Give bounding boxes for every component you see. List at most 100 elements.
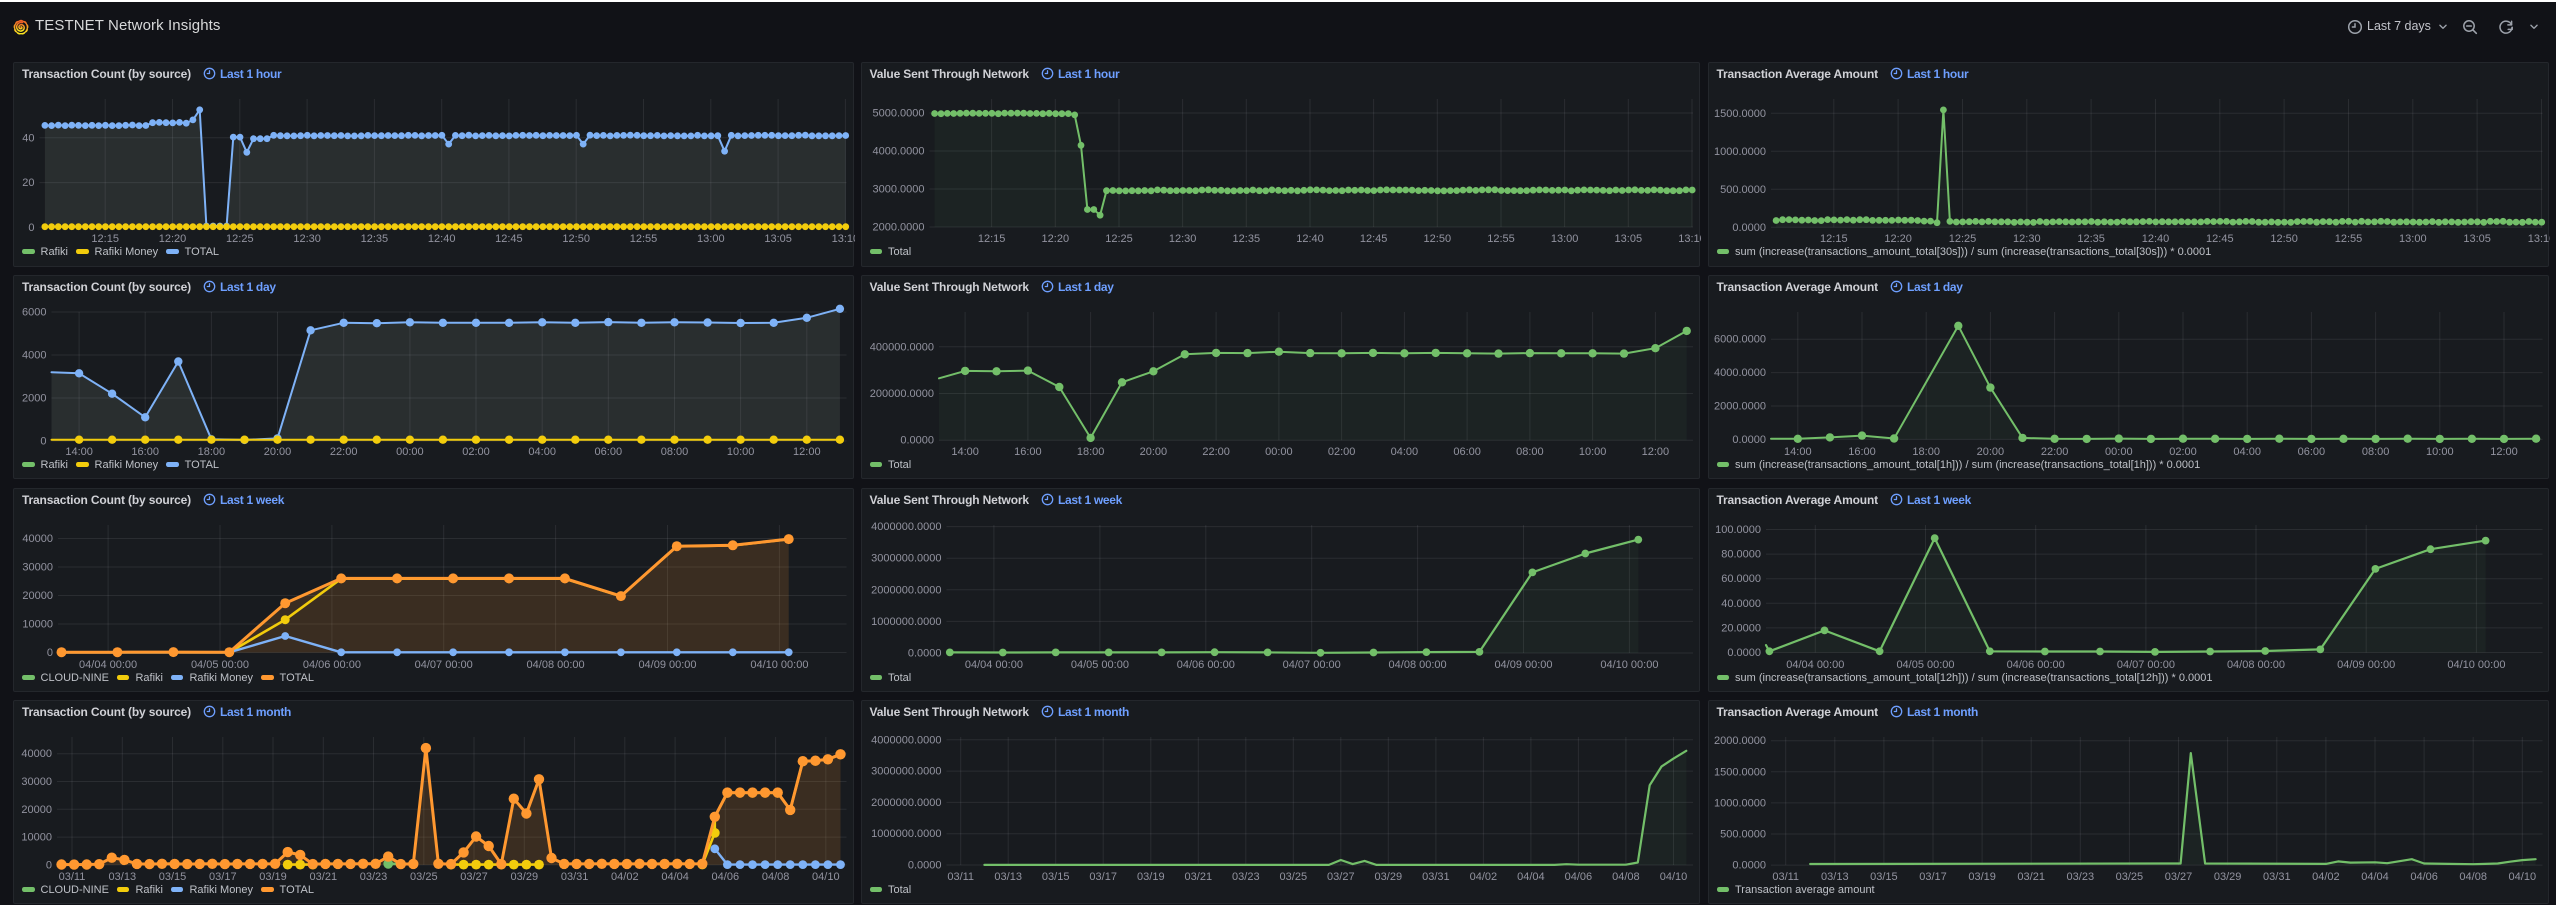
- svg-text:30000: 30000: [22, 561, 53, 573]
- svg-text:04/10: 04/10: [812, 871, 840, 883]
- svg-text:06:00: 06:00: [595, 446, 623, 458]
- svg-text:4000: 4000: [22, 349, 46, 361]
- svg-text:13:10: 13:10: [832, 233, 855, 245]
- svg-text:22:00: 22:00: [2040, 446, 2068, 458]
- svg-text:04/06: 04/06: [2410, 871, 2438, 883]
- svg-text:04/08: 04/08: [2459, 871, 2487, 883]
- svg-text:04/04: 04/04: [2361, 871, 2389, 883]
- svg-text:03/31: 03/31: [2263, 871, 2291, 883]
- svg-text:04/06 00:00: 04/06 00:00: [303, 659, 361, 671]
- svg-text:04/09 00:00: 04/09 00:00: [638, 659, 696, 671]
- svg-text:12:30: 12:30: [1168, 233, 1196, 245]
- svg-text:4000000.0000: 4000000.0000: [871, 521, 941, 533]
- svg-text:12:25: 12:25: [1105, 233, 1133, 245]
- svg-text:04/10 00:00: 04/10 00:00: [1600, 659, 1658, 671]
- svg-text:04:00: 04:00: [2233, 446, 2261, 458]
- svg-text:3000.0000: 3000.0000: [872, 183, 924, 195]
- svg-text:04/04 00:00: 04/04 00:00: [964, 659, 1022, 671]
- svg-text:03/21: 03/21: [2017, 871, 2045, 883]
- svg-text:500.0000: 500.0000: [1720, 828, 1766, 840]
- svg-text:13:00: 13:00: [1550, 233, 1578, 245]
- svg-text:04/06: 04/06: [1564, 871, 1592, 883]
- svg-text:13:05: 13:05: [1614, 233, 1642, 245]
- svg-text:03/17: 03/17: [1089, 871, 1117, 883]
- svg-text:08:00: 08:00: [2361, 446, 2389, 458]
- svg-text:00:00: 00:00: [396, 446, 424, 458]
- svg-text:04/06: 04/06: [712, 871, 740, 883]
- svg-text:03/25: 03/25: [410, 871, 438, 883]
- svg-text:04/04: 04/04: [1517, 871, 1545, 883]
- svg-text:12:40: 12:40: [2141, 233, 2169, 245]
- svg-text:12:45: 12:45: [495, 233, 523, 245]
- svg-text:13:10: 13:10: [2527, 233, 2550, 245]
- svg-text:60.0000: 60.0000: [1721, 573, 1761, 585]
- svg-text:12:15: 12:15: [1820, 233, 1848, 245]
- svg-text:4000000.0000: 4000000.0000: [871, 734, 941, 746]
- svg-text:10:00: 10:00: [2426, 446, 2454, 458]
- svg-text:80.0000: 80.0000: [1721, 548, 1761, 560]
- svg-text:22:00: 22:00: [330, 446, 358, 458]
- svg-text:20.0000: 20.0000: [1721, 622, 1761, 634]
- svg-text:22:00: 22:00: [1202, 446, 1230, 458]
- svg-text:03/19: 03/19: [1968, 871, 1996, 883]
- svg-text:03/15: 03/15: [159, 871, 187, 883]
- svg-text:2000.0000: 2000.0000: [1714, 735, 1766, 747]
- svg-text:0: 0: [46, 859, 52, 871]
- svg-text:2000000.0000: 2000000.0000: [871, 584, 941, 596]
- svg-text:400000.0000: 400000.0000: [869, 341, 933, 353]
- svg-text:0: 0: [28, 221, 34, 233]
- svg-text:03/17: 03/17: [1919, 871, 1947, 883]
- svg-text:04/07 00:00: 04/07 00:00: [1282, 659, 1340, 671]
- svg-text:12:00: 12:00: [2490, 446, 2518, 458]
- svg-text:03/11: 03/11: [947, 871, 974, 883]
- svg-text:08:00: 08:00: [661, 446, 689, 458]
- svg-text:14:00: 14:00: [1784, 446, 1812, 458]
- svg-text:1000000.0000: 1000000.0000: [871, 615, 941, 627]
- svg-text:02:00: 02:00: [2169, 446, 2197, 458]
- svg-text:2000.0000: 2000.0000: [1714, 400, 1766, 412]
- svg-text:3000000.0000: 3000000.0000: [871, 765, 941, 777]
- svg-text:03/31: 03/31: [1422, 871, 1450, 883]
- svg-text:40000: 40000: [22, 533, 53, 545]
- svg-text:03/23: 03/23: [1232, 871, 1260, 883]
- svg-text:2000000.0000: 2000000.0000: [871, 796, 941, 808]
- svg-text:08:00: 08:00: [1516, 446, 1544, 458]
- svg-text:04/09 00:00: 04/09 00:00: [1494, 659, 1552, 671]
- svg-text:02:00: 02:00: [462, 446, 490, 458]
- svg-text:03/29: 03/29: [511, 871, 539, 883]
- svg-text:4000.0000: 4000.0000: [1714, 367, 1766, 379]
- svg-text:0.0000: 0.0000: [1732, 221, 1766, 233]
- svg-text:04/09 00:00: 04/09 00:00: [2337, 659, 2395, 671]
- svg-text:04:00: 04:00: [1390, 446, 1418, 458]
- svg-text:100.0000: 100.0000: [1715, 524, 1761, 536]
- svg-text:12:25: 12:25: [1948, 233, 1976, 245]
- svg-text:03/31: 03/31: [561, 871, 589, 883]
- svg-text:06:00: 06:00: [1453, 446, 1481, 458]
- svg-text:0: 0: [40, 435, 46, 447]
- svg-text:1000000.0000: 1000000.0000: [871, 828, 941, 840]
- svg-text:6000.0000: 6000.0000: [1714, 333, 1766, 345]
- svg-text:20:00: 20:00: [1976, 446, 2004, 458]
- svg-text:03/13: 03/13: [994, 871, 1022, 883]
- svg-text:12:30: 12:30: [293, 233, 321, 245]
- svg-text:04/07 00:00: 04/07 00:00: [415, 659, 473, 671]
- svg-text:200000.0000: 200000.0000: [869, 388, 933, 400]
- svg-text:04/02: 04/02: [2312, 871, 2340, 883]
- svg-text:18:00: 18:00: [1912, 446, 1940, 458]
- svg-text:03/19: 03/19: [1137, 871, 1165, 883]
- svg-text:03/11: 03/11: [1772, 871, 1799, 883]
- svg-text:12:50: 12:50: [2270, 233, 2298, 245]
- svg-text:20:00: 20:00: [1139, 446, 1167, 458]
- svg-text:03/21: 03/21: [1184, 871, 1212, 883]
- svg-text:04/02: 04/02: [1469, 871, 1497, 883]
- svg-text:6000: 6000: [22, 306, 46, 318]
- svg-text:16:00: 16:00: [1848, 446, 1876, 458]
- svg-text:12:55: 12:55: [630, 233, 658, 245]
- svg-text:04/10 00:00: 04/10 00:00: [750, 659, 808, 671]
- svg-text:18:00: 18:00: [1076, 446, 1104, 458]
- svg-text:13:00: 13:00: [2399, 233, 2427, 245]
- svg-text:04/06 00:00: 04/06 00:00: [1176, 659, 1234, 671]
- svg-text:20:00: 20:00: [264, 446, 292, 458]
- svg-text:04/04: 04/04: [661, 871, 689, 883]
- svg-text:12:25: 12:25: [226, 233, 254, 245]
